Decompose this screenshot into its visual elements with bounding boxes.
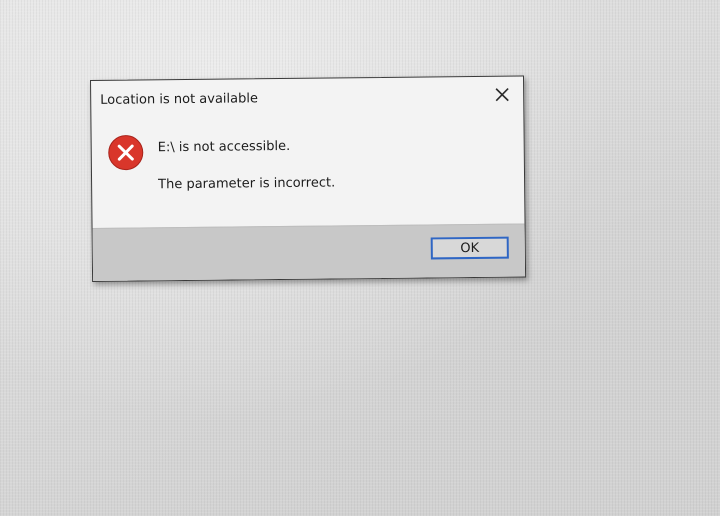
ok-button[interactable]: OK (430, 236, 509, 260)
close-button[interactable] (489, 83, 515, 107)
error-message-secondary: The parameter is incorrect. (158, 175, 336, 193)
close-icon (495, 88, 509, 102)
error-message-primary: E:\ is not accessible. (157, 138, 291, 156)
dialog-title-bar: Location is not available (91, 76, 523, 119)
dialog-title: Location is not available (100, 91, 259, 108)
dialog-button-bar: OK (92, 223, 526, 281)
dialog-content: E:\ is not accessible. The parameter is … (91, 114, 524, 229)
error-dialog: Location is not available E:\ is not acc… (90, 75, 527, 282)
error-icon (108, 135, 144, 171)
